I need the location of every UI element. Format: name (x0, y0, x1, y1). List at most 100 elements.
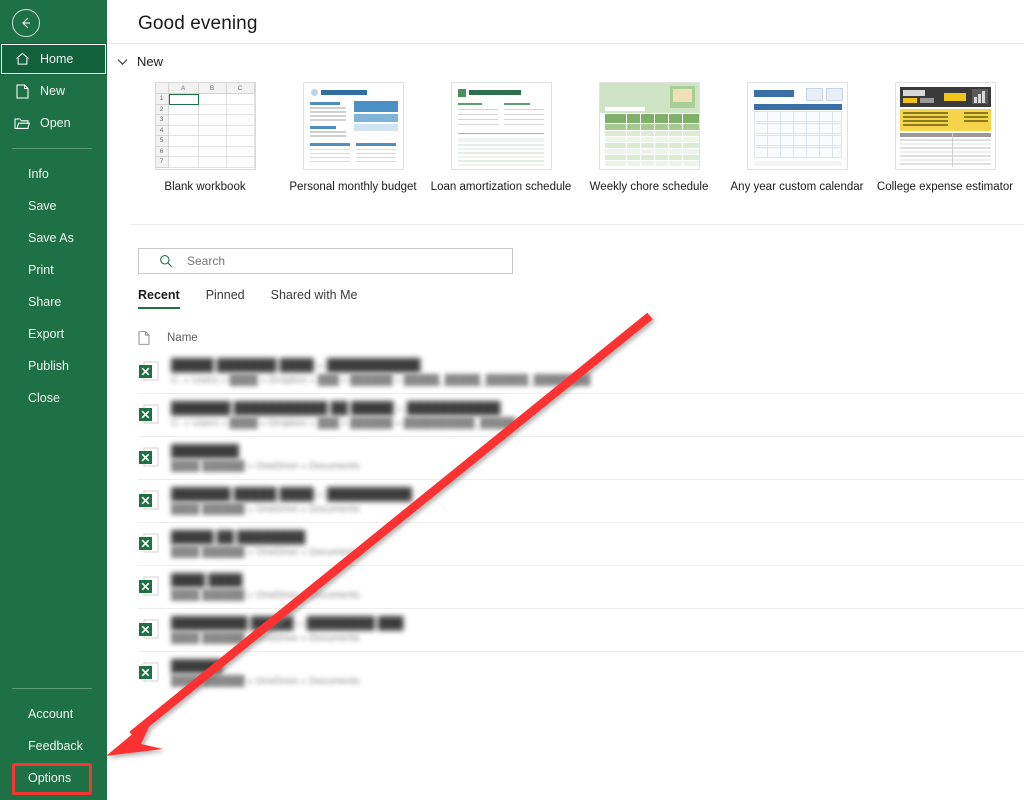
sidebar-item-options[interactable]: Options (0, 762, 107, 794)
sidebar-item-share[interactable]: Share (0, 286, 107, 318)
back-button[interactable] (12, 9, 40, 37)
table-row[interactable]: ████ ████ ████ ██████ » OneDrive » Docum… (107, 565, 1024, 608)
file-path: ████ ██████ » OneDrive » Documents (171, 461, 360, 472)
table-row[interactable]: █████ ██ ████████ ████ ██████ » OneDrive… (107, 522, 1024, 565)
sidebar-item-open[interactable]: Open (0, 107, 107, 139)
budget-thumbnail-art (304, 83, 403, 169)
table-row[interactable]: █████████ █████ – ████████ ███ ████ ████… (107, 608, 1024, 651)
sidebar-item-publish[interactable]: Publish (0, 350, 107, 382)
row-divider (138, 522, 1024, 523)
template-label: Weekly chore schedule (590, 181, 709, 193)
grid-row-header: 6 (156, 147, 169, 158)
tab-label: Recent (138, 288, 180, 302)
grid-cell (199, 105, 227, 116)
new-document-icon (12, 82, 32, 100)
sidebar-item-label: Feedback (28, 739, 83, 753)
template-label: Blank workbook (164, 181, 245, 193)
file-info: ██████ ████ ██████ » OneDrive » Document… (171, 659, 360, 687)
sidebar-item-close[interactable]: Close (0, 382, 107, 414)
file-info: ███████ █████ ████ – ██████████ ████ ███… (171, 487, 412, 515)
sidebar-item-label: Export (28, 327, 64, 341)
template-thumbnail (599, 82, 700, 170)
grid-cell (199, 147, 227, 158)
table-row[interactable]: █████ ███████ ████ – ███████████ C: » Us… (107, 350, 1024, 393)
table-row[interactable]: ██████ ████ ██████ » OneDrive » Document… (107, 651, 1024, 694)
template-label: Loan amortization schedule (431, 181, 572, 193)
sidebar-item-new[interactable]: New (0, 75, 107, 107)
file-list-tabs: Recent Pinned Shared with Me (138, 288, 383, 315)
sidebar-item-info[interactable]: Info (0, 158, 107, 190)
grid-cell (199, 115, 227, 126)
excel-file-icon (138, 403, 160, 427)
blank-workbook-grid: A B C 1 2 3 4 5 6 7 (156, 83, 255, 169)
grid-row-header: 5 (156, 136, 169, 147)
template-section-divider (131, 224, 1024, 225)
template-thumbnail (451, 82, 552, 170)
template-card-weekly-chore-schedule[interactable]: Weekly chore schedule (575, 82, 723, 212)
grid-cell (169, 105, 199, 116)
excel-file-icon (138, 489, 160, 513)
tab-pinned[interactable]: Pinned (206, 288, 257, 309)
grid-cell (227, 126, 255, 137)
search-box[interactable] (138, 248, 513, 274)
template-label: Any year custom calendar (731, 181, 864, 193)
grid-cell (199, 126, 227, 137)
table-row[interactable]: ███████ █████ ████ – ██████████ ████ ███… (107, 479, 1024, 522)
sidebar-item-export[interactable]: Export (0, 318, 107, 350)
tab-shared-with-me[interactable]: Shared with Me (271, 288, 370, 309)
open-folder-icon (12, 114, 32, 132)
sidebar-item-feedback[interactable]: Feedback (0, 730, 107, 762)
grid-cell (169, 115, 199, 126)
sidebar-item-label: Info (28, 167, 49, 181)
backstage-main: Good evening New A B C 1 2 3 (107, 0, 1024, 800)
grid-cell (199, 157, 227, 168)
calendar-thumbnail-art (748, 83, 847, 169)
file-list-header: Name (138, 326, 198, 349)
template-card-college-expense-estimator[interactable]: College expense estimator (871, 82, 1019, 212)
sidebar-item-save[interactable]: Save (0, 190, 107, 222)
sidebar-item-label: Options (28, 771, 71, 785)
template-thumbnail (747, 82, 848, 170)
template-gallery: A B C 1 2 3 4 5 6 7 (131, 82, 1024, 212)
sidebar-item-label: Print (28, 263, 54, 277)
template-card-personal-monthly-budget[interactable]: Personal monthly budget (279, 82, 427, 212)
grid-row-header: 2 (156, 105, 169, 116)
grid-row-header: 3 (156, 115, 169, 126)
grid-cell (227, 157, 255, 168)
file-name: ██████ (171, 659, 360, 673)
table-row[interactable]: ███████ ███████████ ██ █████ – █████████… (107, 393, 1024, 436)
grid-cell (227, 105, 255, 116)
template-card-blank-workbook[interactable]: A B C 1 2 3 4 5 6 7 (131, 82, 279, 212)
search-input[interactable] (187, 254, 487, 268)
grid-selected-cell (169, 94, 199, 105)
college-thumbnail-art (896, 83, 995, 169)
file-info: █████████ █████ – ████████ ███ ████ ████… (171, 616, 404, 644)
file-info: █████ ███████ ████ – ███████████ C: » Us… (171, 358, 590, 386)
file-path: ████ ██████ » OneDrive » Documents (171, 547, 360, 558)
template-label: College expense estimator (877, 181, 1013, 193)
tab-recent[interactable]: Recent (138, 288, 192, 309)
grid-cell (169, 147, 199, 158)
file-name: ████████ (171, 444, 360, 458)
excel-file-icon (138, 661, 160, 685)
header-divider (107, 43, 1024, 44)
page-title: Good evening (138, 13, 258, 35)
sidebar-item-print[interactable]: Print (0, 254, 107, 286)
template-thumbnail: A B C 1 2 3 4 5 6 7 (155, 82, 256, 170)
sidebar-item-account[interactable]: Account (0, 698, 107, 730)
template-card-any-year-custom-calendar[interactable]: Any year custom calendar (723, 82, 871, 212)
excel-file-icon (138, 360, 160, 384)
chore-thumbnail-art (600, 83, 699, 169)
template-card-loan-amortization-schedule[interactable]: Loan amortization schedule (427, 82, 575, 212)
grid-row-header: 7 (156, 157, 169, 168)
table-row[interactable]: ████████ ████ ██████ » OneDrive » Docume… (107, 436, 1024, 479)
sidebar-item-save-as[interactable]: Save As (0, 222, 107, 254)
grid-cell (169, 126, 199, 137)
new-section-header[interactable]: New (117, 54, 163, 69)
row-divider (138, 393, 1024, 394)
grid-row-header: 1 (156, 94, 169, 105)
row-divider (138, 565, 1024, 566)
grid-cell (169, 136, 199, 147)
recent-files-list: █████ ███████ ████ – ███████████ C: » Us… (107, 350, 1024, 694)
sidebar-item-home[interactable]: Home (0, 43, 107, 75)
